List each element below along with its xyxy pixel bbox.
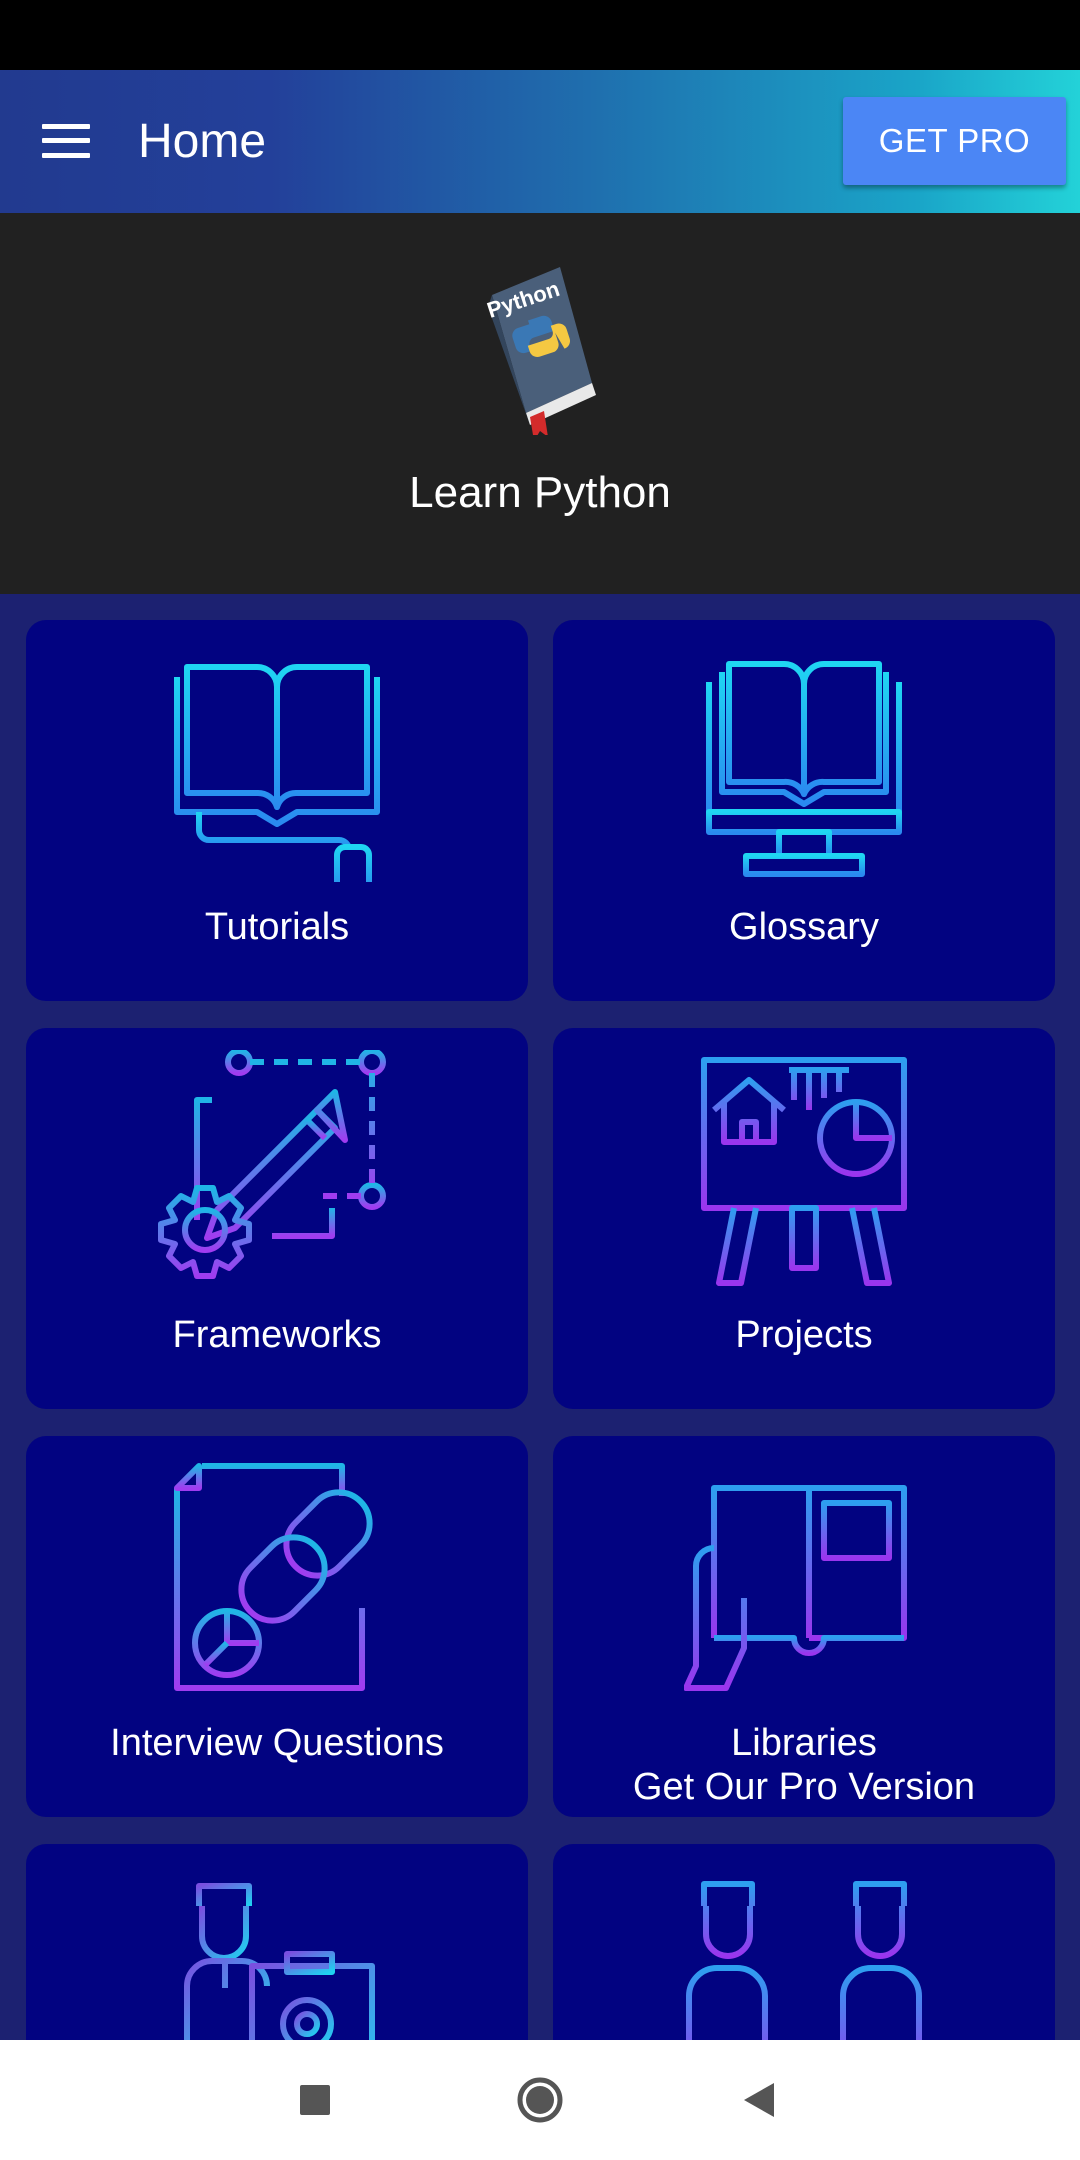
- page-title: Home: [138, 115, 267, 168]
- system-nav-bar: [0, 2040, 1080, 2160]
- category-grid: Tutorials Glossary Frameworks Projects I…: [0, 594, 1080, 2040]
- book-monitor-icon: [706, 661, 902, 877]
- card-label: Glossary: [729, 906, 879, 948]
- two-people-icon: [686, 1881, 922, 2040]
- nav-header: Python Learn Python: [0, 213, 1080, 594]
- presentation-board-icon: [701, 1057, 907, 1286]
- hand-book-icon: [684, 1485, 907, 1691]
- status-bar: [0, 0, 1080, 70]
- get-pro-button[interactable]: GET PRO: [843, 97, 1066, 185]
- python-book-logo-icon: Python: [484, 267, 596, 435]
- card-sublabel: Get Our Pro Version: [632, 1766, 976, 1808]
- card-person-dashboard[interactable]: [26, 1844, 528, 2040]
- back-icon[interactable]: [730, 2070, 790, 2130]
- card-libraries[interactable]: Libraries Get Our Pro Version: [553, 1436, 1055, 1817]
- open-book-mouse-icon: [174, 664, 380, 882]
- card-projects[interactable]: Projects: [553, 1028, 1055, 1409]
- recents-icon[interactable]: [285, 2070, 345, 2130]
- pencil-gear-icon: [158, 1050, 386, 1279]
- home-icon[interactable]: [510, 2070, 570, 2130]
- app-name: Learn Python: [409, 468, 671, 517]
- card-tutorials[interactable]: Tutorials: [26, 620, 528, 1001]
- app-bar: Home GET PRO: [0, 70, 1080, 213]
- card-label: Tutorials: [204, 906, 350, 948]
- hamburger-menu-icon[interactable]: [42, 122, 90, 160]
- card-frameworks[interactable]: Frameworks: [26, 1028, 528, 1409]
- card-two-people[interactable]: [553, 1844, 1055, 2040]
- person-dashboard-icon: [184, 1883, 375, 2040]
- document-link-icon: [174, 1463, 373, 1691]
- card-label: Projects: [735, 1314, 873, 1356]
- card-glossary[interactable]: Glossary: [553, 620, 1055, 1001]
- card-label: Frameworks: [172, 1314, 382, 1356]
- card-label: Libraries: [731, 1722, 877, 1764]
- card-label: Interview Questions: [110, 1722, 444, 1764]
- card-interview-questions[interactable]: Interview Questions: [26, 1436, 528, 1817]
